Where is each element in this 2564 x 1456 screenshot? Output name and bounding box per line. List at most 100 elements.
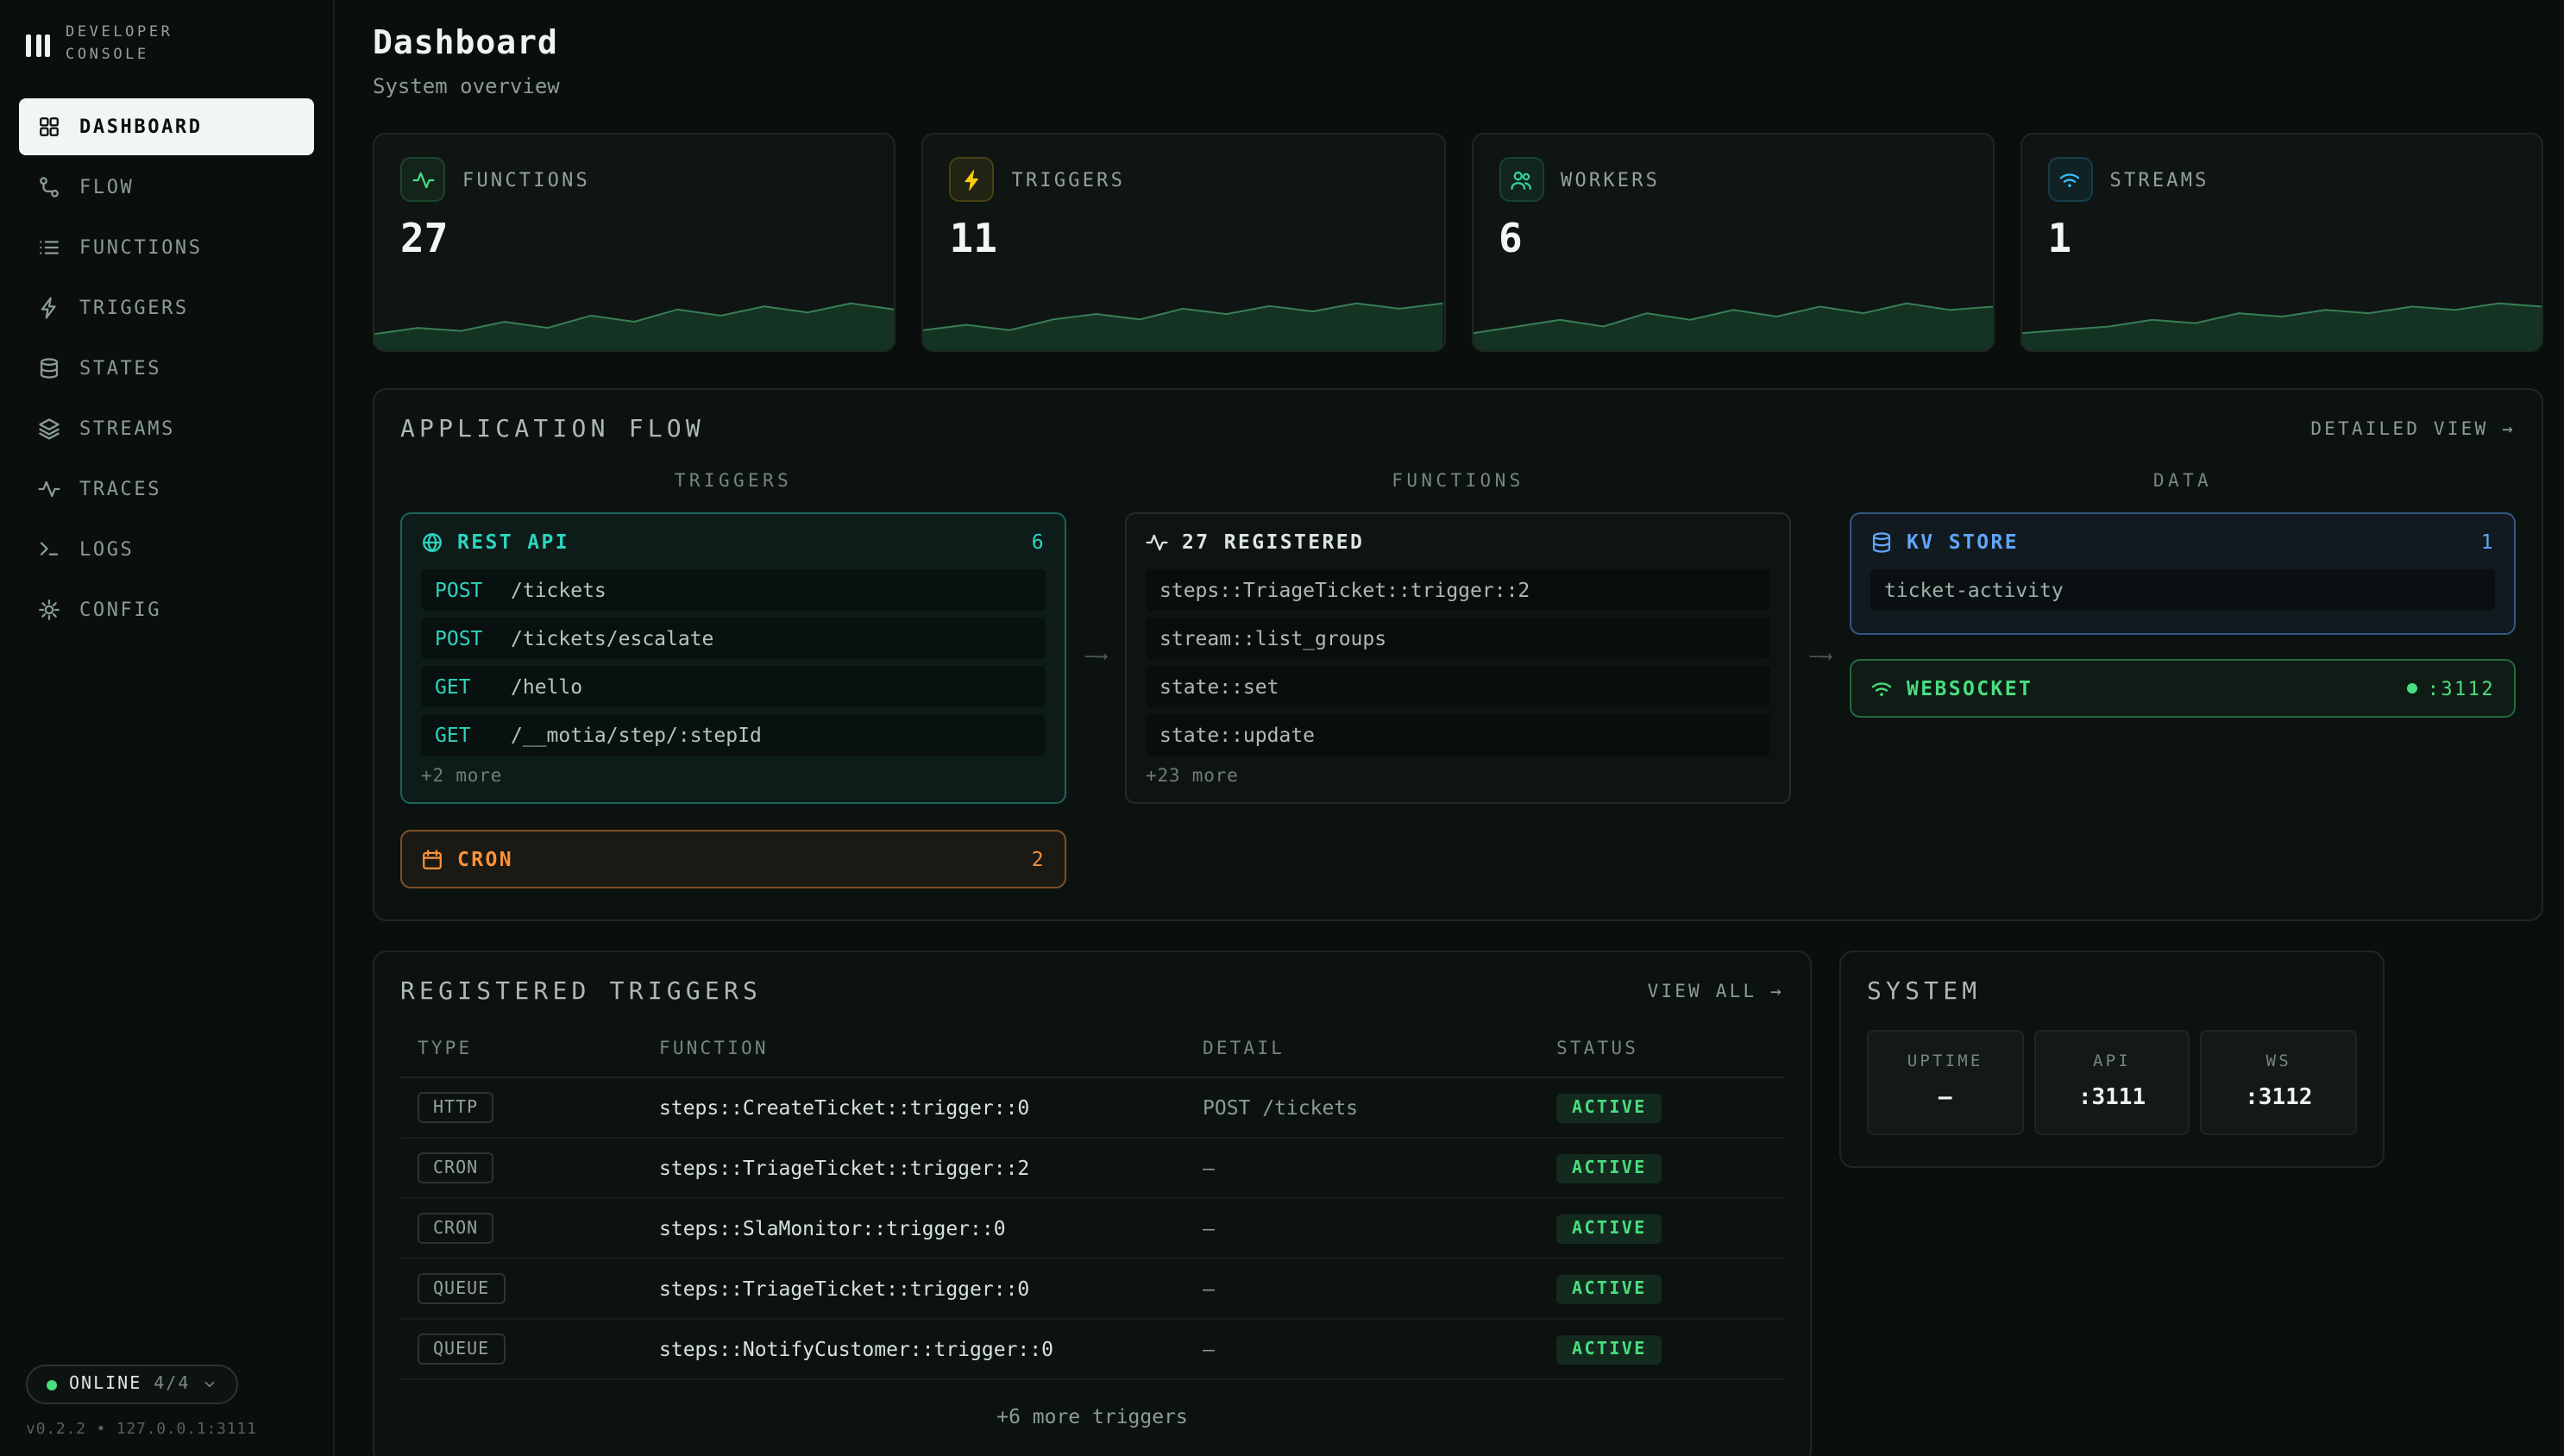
column-header-status: STATUS bbox=[1556, 1039, 1767, 1059]
stat-value: 6 bbox=[1499, 217, 1967, 262]
metric-uptime: UPTIME — bbox=[1867, 1030, 2023, 1135]
chevron-down-icon bbox=[202, 1377, 217, 1392]
sidebar-item-streams[interactable]: STREAMS bbox=[19, 401, 314, 458]
sidebar-item-label: FUNCTIONS bbox=[79, 237, 203, 260]
metric-label: WS bbox=[2209, 1052, 2348, 1071]
sidebar-item-logs[interactable]: LOGS bbox=[19, 522, 314, 579]
table-row[interactable]: QUEUE steps::NotifyCustomer::trigger::0 … bbox=[400, 1320, 1784, 1380]
metric-label: UPTIME bbox=[1876, 1052, 2014, 1071]
bottom-row: REGISTERED TRIGGERS VIEW ALL → TYPE FUNC… bbox=[373, 951, 2543, 1456]
type-badge: HTTP bbox=[418, 1092, 493, 1123]
function-row[interactable]: state::update bbox=[1146, 714, 1770, 756]
metric-label: API bbox=[2042, 1052, 2181, 1071]
kv-item-name: ticket-activity bbox=[1884, 578, 2064, 602]
sidebar-item-traces[interactable]: TRACES bbox=[19, 461, 314, 518]
calendar-icon bbox=[421, 848, 443, 870]
pulse-icon bbox=[38, 479, 60, 501]
functions-card[interactable]: 27 REGISTERED steps::TriageTicket::trigg… bbox=[1125, 512, 1791, 804]
route-row[interactable]: POST /tickets/escalate bbox=[421, 618, 1046, 659]
function-row[interactable]: stream::list_groups bbox=[1146, 618, 1770, 659]
database-icon bbox=[38, 358, 60, 380]
function-name: steps::CreateTicket::trigger::0 bbox=[659, 1095, 1203, 1120]
flow-column-functions: FUNCTIONS 27 REGISTERED steps::TriageTic… bbox=[1125, 471, 1791, 888]
sparkline-chart bbox=[924, 292, 1444, 350]
registered-triggers-title: REGISTERED TRIGGERS bbox=[400, 978, 762, 1006]
list-icon bbox=[38, 237, 60, 260]
kv-item-row[interactable]: ticket-activity bbox=[1870, 569, 2495, 611]
zap-icon bbox=[38, 298, 60, 320]
route-path: /tickets/escalate bbox=[511, 626, 713, 650]
sparkline-chart bbox=[2022, 292, 2542, 350]
function-name: steps::SlaMonitor::trigger::0 bbox=[659, 1216, 1203, 1240]
sidebar-item-label: TRACES bbox=[79, 479, 161, 501]
flow-column-title: TRIGGERS bbox=[400, 471, 1066, 492]
stat-value: 1 bbox=[2048, 217, 2517, 262]
metric-ws: WS :3112 bbox=[2201, 1030, 2357, 1135]
type-badge: CRON bbox=[418, 1152, 493, 1183]
cron-card[interactable]: CRON 2 bbox=[400, 830, 1066, 888]
sidebar-item-states[interactable]: STATES bbox=[19, 341, 314, 398]
rest-api-more: +2 more bbox=[421, 766, 1046, 787]
route-method: GET bbox=[435, 723, 497, 747]
websocket-card[interactable]: WEBSOCKET :3112 bbox=[1850, 659, 2516, 718]
view-all-link[interactable]: VIEW ALL → bbox=[1648, 982, 1784, 1002]
gear-icon bbox=[38, 599, 60, 622]
stat-card-functions[interactable]: FUNCTIONS 27 bbox=[373, 133, 896, 352]
websocket-dot-icon bbox=[2407, 683, 2417, 693]
stat-card-triggers[interactable]: TRIGGERS 11 bbox=[922, 133, 1446, 352]
sidebar-item-flow[interactable]: FLOW bbox=[19, 160, 314, 217]
layers-icon bbox=[38, 418, 60, 441]
flow-column-title: FUNCTIONS bbox=[1125, 471, 1791, 492]
table-row[interactable]: CRON steps::TriageTicket::trigger::2 — A… bbox=[400, 1139, 1784, 1199]
table-row[interactable]: QUEUE steps::TriageTicket::trigger::0 — … bbox=[400, 1259, 1784, 1320]
functions-list: steps::TriageTicket::trigger::2 stream::… bbox=[1146, 569, 1770, 756]
functions-more: +23 more bbox=[1146, 766, 1770, 787]
detailed-view-link[interactable]: DETAILED VIEW → bbox=[2310, 419, 2516, 440]
system-metrics: UPTIME — API :3111 WS :3112 bbox=[1867, 1030, 2357, 1135]
logo-text-line2: CONSOLE bbox=[66, 45, 173, 67]
flow-grid: TRIGGERS REST API 6 POST /tickets bbox=[400, 471, 2516, 888]
rest-api-card[interactable]: REST API 6 POST /tickets POST /tickets/e… bbox=[400, 512, 1066, 804]
sidebar-item-functions[interactable]: FUNCTIONS bbox=[19, 220, 314, 277]
logo-icon bbox=[26, 32, 50, 58]
status-badge: ACTIVE bbox=[1556, 1274, 1662, 1303]
sidebar-item-label: CONFIG bbox=[79, 599, 161, 622]
route-row[interactable]: GET /hello bbox=[421, 666, 1046, 707]
stat-card-workers[interactable]: WORKERS 6 bbox=[1471, 133, 1995, 352]
flow-column-data: DATA KV STORE 1 ticket-activity bbox=[1850, 471, 2516, 888]
stat-value: 11 bbox=[950, 217, 1418, 262]
table-row[interactable]: HTTP steps::CreateTicket::trigger::0 POS… bbox=[400, 1078, 1784, 1139]
sidebar-item-label: STATES bbox=[79, 358, 161, 380]
route-row[interactable]: GET /__motia/step/:stepId bbox=[421, 714, 1046, 756]
wifi-icon bbox=[2048, 157, 2093, 202]
column-header-type: TYPE bbox=[418, 1039, 659, 1059]
sparkline-chart bbox=[1473, 292, 1993, 350]
stat-card-streams[interactable]: STREAMS 1 bbox=[2020, 133, 2544, 352]
version-text: v0.2.2 • 127.0.0.1:3111 bbox=[26, 1421, 307, 1439]
online-status-pill[interactable]: ONLINE 4/4 bbox=[26, 1365, 238, 1404]
function-name: steps::TriageTicket::trigger::2 bbox=[659, 1156, 1203, 1180]
metric-value: :3112 bbox=[2209, 1085, 2348, 1111]
kv-store-card[interactable]: KV STORE 1 ticket-activity bbox=[1850, 512, 2516, 635]
type-badge: QUEUE bbox=[418, 1334, 505, 1365]
online-label: ONLINE bbox=[69, 1375, 141, 1394]
system-panel: SYSTEM UPTIME — API :3111 WS :3112 bbox=[1839, 951, 2385, 1168]
triggers-table: TYPE FUNCTION DETAIL STATUS HTTP steps::… bbox=[400, 1030, 1784, 1432]
sidebar-item-label: DASHBOARD bbox=[79, 116, 203, 139]
route-row[interactable]: POST /tickets bbox=[421, 569, 1046, 611]
table-row[interactable]: CRON steps::SlaMonitor::trigger::0 — ACT… bbox=[400, 1199, 1784, 1259]
function-row[interactable]: state::set bbox=[1146, 666, 1770, 707]
rest-api-label: REST API bbox=[457, 530, 569, 554]
stat-cards-row: FUNCTIONS 27 TRIGGERS 11 WORKERS 6 bbox=[373, 133, 2543, 352]
type-badge: CRON bbox=[418, 1213, 493, 1244]
sidebar-nav: DASHBOARD FLOW FUNCTIONS TRIGGERS STATES… bbox=[0, 99, 333, 639]
detail-text: — bbox=[1203, 1337, 1556, 1361]
more-triggers-link[interactable]: +6 more triggers bbox=[400, 1380, 1784, 1432]
flow-arrow-right: —→ bbox=[1791, 471, 1850, 888]
sidebar-item-triggers[interactable]: TRIGGERS bbox=[19, 280, 314, 337]
rest-api-count: 6 bbox=[1032, 530, 1046, 554]
status-badge: ACTIVE bbox=[1556, 1214, 1662, 1243]
sidebar-item-config[interactable]: CONFIG bbox=[19, 582, 314, 639]
sidebar-item-dashboard[interactable]: DASHBOARD bbox=[19, 99, 314, 156]
function-row[interactable]: steps::TriageTicket::trigger::2 bbox=[1146, 569, 1770, 611]
